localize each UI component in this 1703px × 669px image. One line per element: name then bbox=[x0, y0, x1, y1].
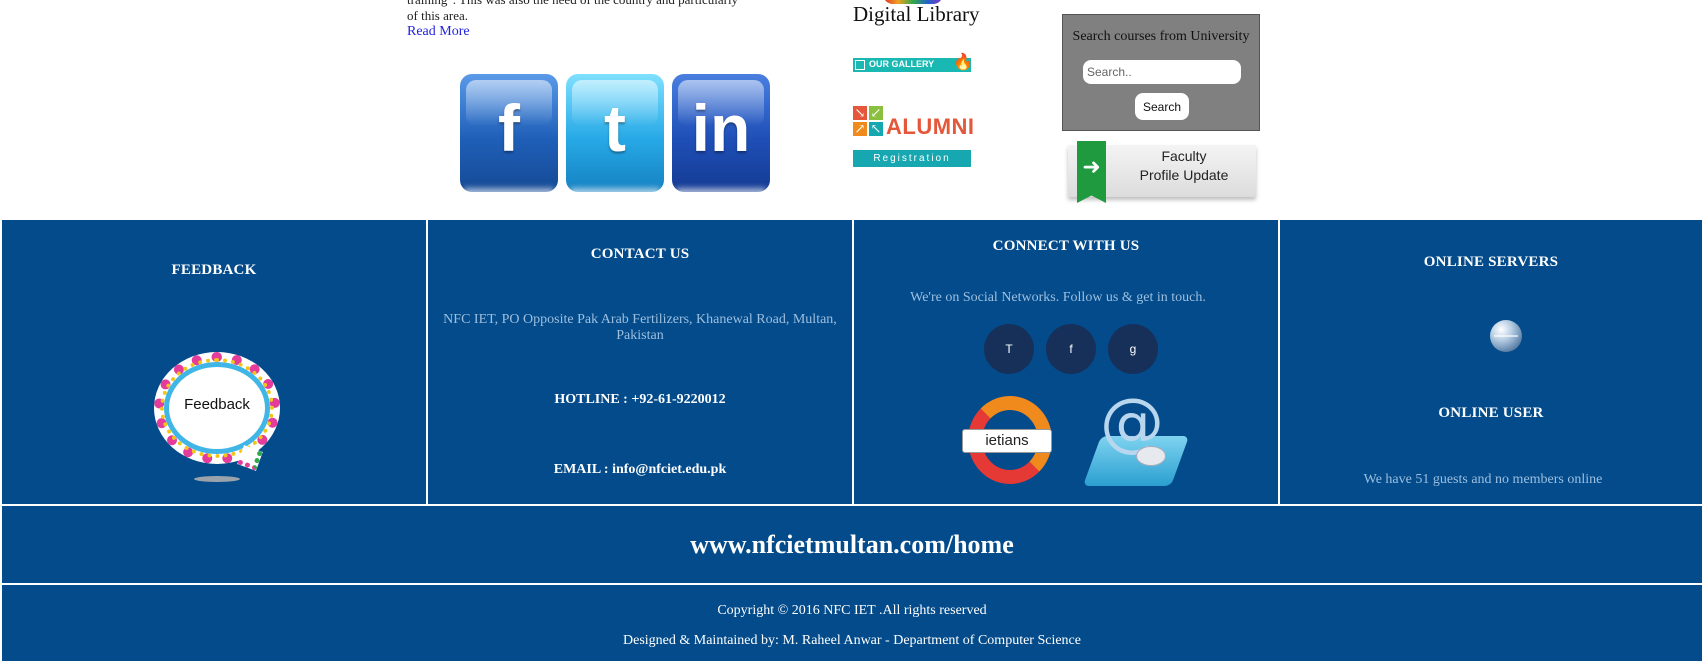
online-user-text: We have 51 guests and no members online bbox=[1363, 472, 1603, 487]
copyright-band: Copyright © 2016 NFC IET .All rights res… bbox=[2, 585, 1702, 661]
connect-panel: CONNECT WITH US We're on Social Networks… bbox=[854, 220, 1278, 504]
google-round-button[interactable]: g bbox=[1108, 324, 1158, 374]
online-panel: ONLINE SERVERS ONLINE USER We have 51 gu… bbox=[1280, 220, 1702, 504]
gallery-icon bbox=[855, 60, 865, 70]
flame-icon: 🔥 bbox=[953, 54, 973, 71]
footer-widgets: FEEDBACK Feedback CONTACT US NFC IET, PO… bbox=[2, 220, 1702, 504]
twitter-round-button[interactable]: T bbox=[984, 324, 1034, 374]
alumni-registration-label: Registration bbox=[853, 150, 971, 167]
facebook-round-button[interactable]: f bbox=[1046, 324, 1096, 374]
email-at-icon[interactable]: @ bbox=[1082, 386, 1190, 492]
linkedin-icon[interactable]: in bbox=[672, 74, 770, 198]
designer-credit: Designed & Maintained by: M. Raheel Anwa… bbox=[623, 633, 1081, 648]
copyright-text: Copyright © 2016 NFC IET .All rights res… bbox=[717, 603, 987, 618]
online-user-title: ONLINE USER bbox=[1438, 405, 1544, 421]
gallery-banner-link[interactable]: OUR GALLERY 🔥 bbox=[853, 54, 973, 72]
site-url[interactable]: www.nfcietmultan.com/home bbox=[2, 530, 1702, 560]
course-search-widget: Search courses from University Search bbox=[1062, 14, 1260, 131]
feedback-title: FEEDBACK bbox=[171, 262, 257, 278]
alumni-registration-link[interactable]: ↘ ↙ ↗ ↖ ALUMNI Registration bbox=[853, 105, 974, 168]
course-search-input[interactable] bbox=[1083, 60, 1241, 84]
facebook-icon[interactable]: f bbox=[460, 74, 558, 198]
feedback-panel: FEEDBACK Feedback bbox=[2, 220, 426, 504]
feedback-bubble-label: Feedback bbox=[184, 396, 250, 413]
digital-library-link[interactable]: Digital Library bbox=[853, 0, 980, 30]
connect-title: CONNECT WITH US bbox=[992, 238, 1140, 254]
contact-hotline: HOTLINE : +92-61-9220012 bbox=[554, 392, 726, 407]
ietians-label: ietians bbox=[962, 429, 1052, 453]
ietians-link[interactable]: ietians bbox=[962, 396, 1054, 488]
faculty-profile-update-link[interactable]: ➜ Faculty Profile Update bbox=[1068, 141, 1258, 203]
mouse-icon bbox=[1136, 446, 1166, 466]
contact-panel: CONTACT US NFC IET, PO Opposite Pak Arab… bbox=[428, 220, 852, 504]
digital-library-label: Digital Library bbox=[853, 2, 980, 26]
course-search-label: Search courses from University bbox=[1072, 29, 1250, 44]
alumni-title: ALUMNI bbox=[886, 114, 975, 139]
about-text-line: of this area. bbox=[407, 8, 469, 23]
globe-icon bbox=[1490, 320, 1522, 352]
feedback-bubble-icon[interactable]: Feedback bbox=[154, 352, 280, 482]
contact-email: EMAIL : info@nfciet.edu.pk bbox=[553, 462, 727, 477]
social-icons-large: f t in bbox=[460, 74, 772, 198]
faculty-profile-label: Faculty Profile Update bbox=[1139, 148, 1229, 183]
connect-tagline: We're on Social Networks. Follow us & ge… bbox=[910, 290, 1206, 305]
read-more-link[interactable]: Read More bbox=[407, 24, 787, 40]
online-servers-title: ONLINE SERVERS bbox=[1423, 254, 1559, 270]
site-url-band: www.nfcietmultan.com/home bbox=[2, 506, 1702, 583]
contact-title: CONTACT US bbox=[590, 246, 690, 262]
contact-address: NFC IET, PO Opposite Pak Arab Fertilizer… bbox=[443, 312, 837, 343]
about-text-line: training". This was also the need of the… bbox=[407, 0, 787, 8]
alumni-arrows-icon: ↘ ↙ ↗ ↖ bbox=[853, 105, 883, 136]
bookmark-arrow-icon: ➜ bbox=[1077, 141, 1106, 203]
gallery-label: OUR GALLERY bbox=[869, 59, 935, 69]
about-excerpt: training". This was also the need of the… bbox=[407, 0, 787, 40]
course-search-button[interactable]: Search bbox=[1135, 93, 1189, 120]
twitter-icon[interactable]: t bbox=[566, 74, 664, 198]
